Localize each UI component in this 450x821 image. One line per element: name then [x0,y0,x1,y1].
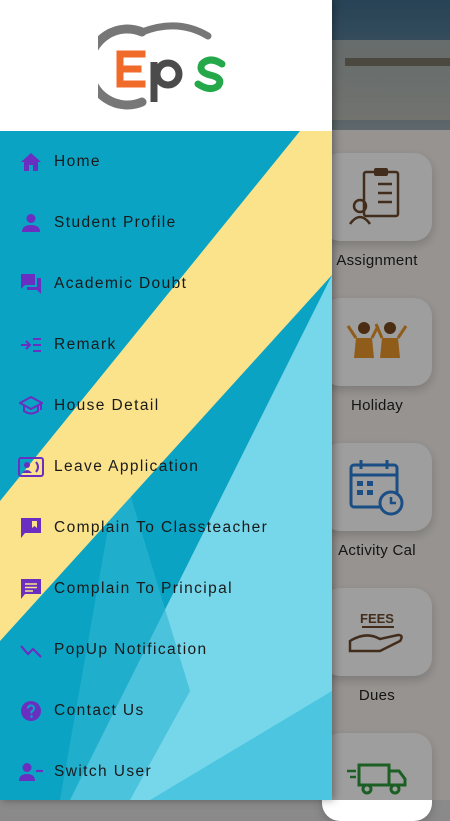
menu-item-complain-to-principal[interactable]: Complain To Principal [0,563,332,615]
menu-item-label: House Detail [54,397,160,414]
menu-item-label: Remark [54,336,117,353]
person-icon [18,210,44,236]
school-icon [18,393,44,419]
contact-card-icon [18,454,44,480]
remark-icon [18,332,44,358]
help-icon [18,698,44,724]
menu-item-student-profile[interactable]: Student Profile [0,197,332,249]
home-icon [18,149,44,175]
menu-item-label: Leave Application [54,458,200,475]
menu-item-label: Contact Us [54,702,145,719]
menu-item-label: Switch User [54,763,153,780]
menu-item-leave-application[interactable]: Leave Application [0,441,332,493]
chat-icon [18,271,44,297]
menu-item-complain-to-classteacher[interactable]: Complain To Classteacher [0,502,332,554]
menu-item-popup-notification[interactable]: PopUp Notification [0,624,332,676]
menu-item-academic-doubt[interactable]: Academic Doubt [0,258,332,310]
menu-item-label: Complain To Principal [54,580,234,597]
menu-item-house-detail[interactable]: House Detail [0,380,332,432]
menu-item-remark[interactable]: Remark [0,319,332,371]
menu-item-label: PopUp Notification [54,641,208,658]
navigation-drawer: Home Student Profile Academic Doubt Rema… [0,0,332,800]
drawer-header [0,0,332,131]
menu-item-switch-user[interactable]: Switch User [0,746,332,798]
menu-item-label: Student Profile [54,214,177,231]
eps-logo [98,22,226,110]
bookmark-chat-icon [18,515,44,541]
person-remove-icon [18,759,44,785]
menu-item-home[interactable]: Home [0,136,332,188]
menu-item-contact-us[interactable]: Contact Us [0,685,332,737]
menu-item-label: Complain To Classteacher [54,519,269,536]
menu-item-label: Home [54,153,101,170]
check-trend-icon [18,637,44,663]
menu-item-label: Academic Doubt [54,275,188,292]
message-icon [18,576,44,602]
